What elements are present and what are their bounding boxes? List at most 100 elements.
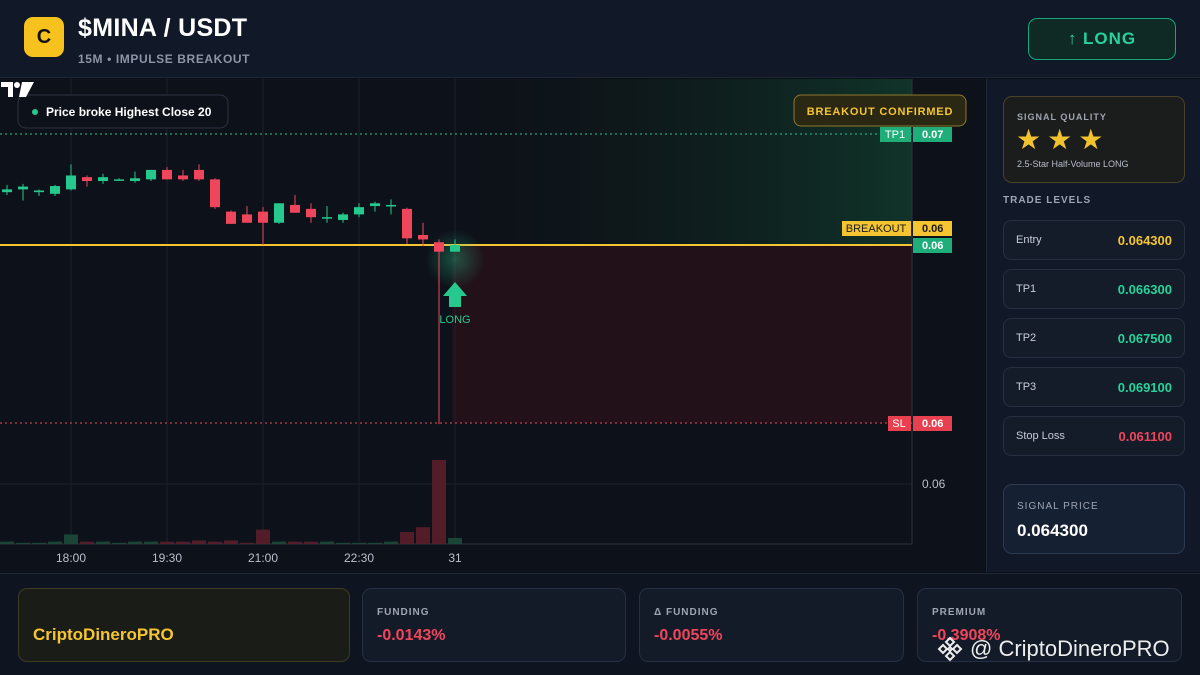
candle bbox=[242, 206, 252, 223]
level-value: 0.064300 bbox=[1117, 232, 1172, 248]
volume-bar bbox=[272, 541, 286, 544]
volume-bar bbox=[48, 541, 62, 544]
level-value: 0.069100 bbox=[1117, 379, 1172, 395]
long-signal-button[interactable]: ↑ LONG bbox=[1028, 18, 1176, 60]
volume-bar bbox=[128, 541, 142, 544]
star-rating: ★ ★ ★ bbox=[1016, 123, 1103, 157]
chart-canvas[interactable]: LONG Price broke Highest Close 20 BREAKO… bbox=[0, 79, 985, 572]
level-value: 0.066300 bbox=[1117, 281, 1172, 297]
level-label: TP1 bbox=[1016, 283, 1037, 295]
candle bbox=[306, 203, 316, 223]
volume-bar bbox=[16, 542, 30, 544]
svg-text:BREAKOUT: BREAKOUT bbox=[846, 223, 907, 235]
svg-text:SL: SL bbox=[892, 418, 905, 430]
stat-label: Δ FUNDING bbox=[654, 607, 719, 618]
watermark: @ CriptoDineroPRO bbox=[936, 635, 1170, 663]
volume-bar bbox=[192, 540, 206, 544]
volume-bar bbox=[112, 542, 126, 544]
volume-bar bbox=[32, 542, 46, 544]
candle bbox=[370, 201, 380, 212]
svg-text:0.06: 0.06 bbox=[922, 240, 943, 252]
candle bbox=[194, 164, 204, 182]
breakout-confirmed-badge: BREAKOUT CONFIRMED bbox=[793, 94, 967, 127]
funding-card: FUNDING -0.0143% bbox=[362, 588, 626, 662]
header: C $MINA / USDT 15M • IMPULSE BREAKOUT ↑ … bbox=[0, 0, 1200, 78]
long-marker-label: LONG bbox=[439, 314, 470, 326]
info-badge: Price broke Highest Close 20 bbox=[17, 94, 229, 129]
signal-price-card: SIGNAL PRICE 0.064300 bbox=[1003, 484, 1185, 554]
status-dot-icon bbox=[32, 109, 38, 115]
level-label: Stop Loss bbox=[1016, 430, 1065, 442]
breakout-badge-text: BREAKOUT CONFIRMED bbox=[807, 106, 953, 118]
breakout-tag: BREAKOUT 0.06 bbox=[842, 221, 952, 236]
time-tick-label: 22:30 bbox=[344, 551, 374, 565]
svg-text:TP1: TP1 bbox=[885, 129, 905, 141]
volume-bar bbox=[224, 540, 238, 544]
watermark-text: @ CriptoDineroPRO bbox=[970, 636, 1170, 661]
level-tp2: TP2 0.067500 bbox=[1003, 318, 1185, 358]
tradingview-logo-icon bbox=[1, 82, 34, 97]
signal-quality-description: 2.5-Star Half-Volume LONG bbox=[1017, 159, 1129, 169]
candle bbox=[210, 178, 220, 209]
candle bbox=[386, 199, 396, 215]
time-axis: 18:00 19:30 21:00 22:30 31 bbox=[56, 551, 462, 565]
star-icon: ★ bbox=[1078, 124, 1104, 155]
volume-bars bbox=[0, 460, 462, 544]
candle bbox=[338, 212, 348, 223]
time-tick-label: 19:30 bbox=[152, 551, 182, 565]
signal-price-value: 0.064300 bbox=[1017, 521, 1088, 540]
candle bbox=[18, 183, 28, 201]
candle bbox=[178, 169, 188, 182]
candle bbox=[274, 203, 284, 224]
signal-panel: SIGNAL QUALITY ★ ★ ★ 2.5-Star Half-Volum… bbox=[986, 79, 1200, 572]
candle bbox=[162, 167, 172, 180]
volume-bar bbox=[448, 538, 462, 544]
volume-bar bbox=[96, 541, 110, 544]
candle bbox=[50, 184, 60, 197]
candle bbox=[34, 189, 44, 197]
volume-bar bbox=[432, 460, 446, 544]
level-label: Entry bbox=[1016, 234, 1042, 246]
info-badge-text: Price broke Highest Close 20 bbox=[46, 105, 212, 119]
signal-quality-card: SIGNAL QUALITY ★ ★ ★ 2.5-Star Half-Volum… bbox=[1003, 96, 1185, 183]
svg-text:0.06: 0.06 bbox=[922, 223, 943, 235]
volume-bar bbox=[400, 532, 414, 544]
candle bbox=[290, 194, 300, 213]
tp1-tag: TP1 0.07 bbox=[880, 127, 952, 142]
candle bbox=[82, 175, 92, 187]
svg-text:0.06: 0.06 bbox=[922, 418, 943, 430]
candle bbox=[402, 207, 412, 244]
level-value: 0.067500 bbox=[1117, 330, 1172, 346]
star-icon: ★ bbox=[1016, 124, 1042, 155]
level-stop-loss: Stop Loss 0.061100 bbox=[1003, 416, 1185, 456]
candle bbox=[258, 207, 268, 245]
coin-logo: C bbox=[24, 17, 64, 57]
level-label: TP3 bbox=[1016, 381, 1037, 393]
volume-bar bbox=[208, 541, 222, 544]
current-price-tag: 0.06 bbox=[913, 238, 952, 253]
volume-bar bbox=[288, 541, 302, 544]
candle bbox=[66, 164, 76, 191]
price-chart[interactable]: LONG Price broke Highest Close 20 BREAKO… bbox=[0, 79, 985, 572]
candle bbox=[418, 222, 428, 247]
level-entry: Entry 0.064300 bbox=[1003, 220, 1185, 260]
time-tick-label: 21:00 bbox=[248, 551, 278, 565]
sl-tag: SL 0.06 bbox=[888, 416, 952, 431]
level-tp1: TP1 0.066300 bbox=[1003, 269, 1185, 309]
pair-title: $MINA / USDT bbox=[78, 14, 248, 42]
trade-levels-title: TRADE LEVELS bbox=[1003, 195, 1092, 206]
volume-bar bbox=[0, 541, 14, 544]
star-icon: ★ bbox=[1047, 124, 1073, 155]
stop-loss-zone bbox=[452, 245, 912, 423]
time-tick-label: 18:00 bbox=[56, 551, 86, 565]
level-tp3: TP3 0.069100 bbox=[1003, 367, 1185, 407]
signal-glow bbox=[425, 229, 485, 289]
volume-bar bbox=[176, 541, 190, 544]
timeframe-subtitle: 15M • IMPULSE BREAKOUT bbox=[78, 52, 251, 66]
candle bbox=[354, 203, 364, 218]
app-root: C $MINA / USDT 15M • IMPULSE BREAKOUT ↑ … bbox=[0, 0, 1200, 675]
brand-card: CriptoDineroPRO bbox=[18, 588, 350, 662]
volume-bar bbox=[304, 541, 318, 544]
candle bbox=[130, 171, 140, 183]
signal-quality-title: SIGNAL QUALITY bbox=[1017, 112, 1107, 122]
